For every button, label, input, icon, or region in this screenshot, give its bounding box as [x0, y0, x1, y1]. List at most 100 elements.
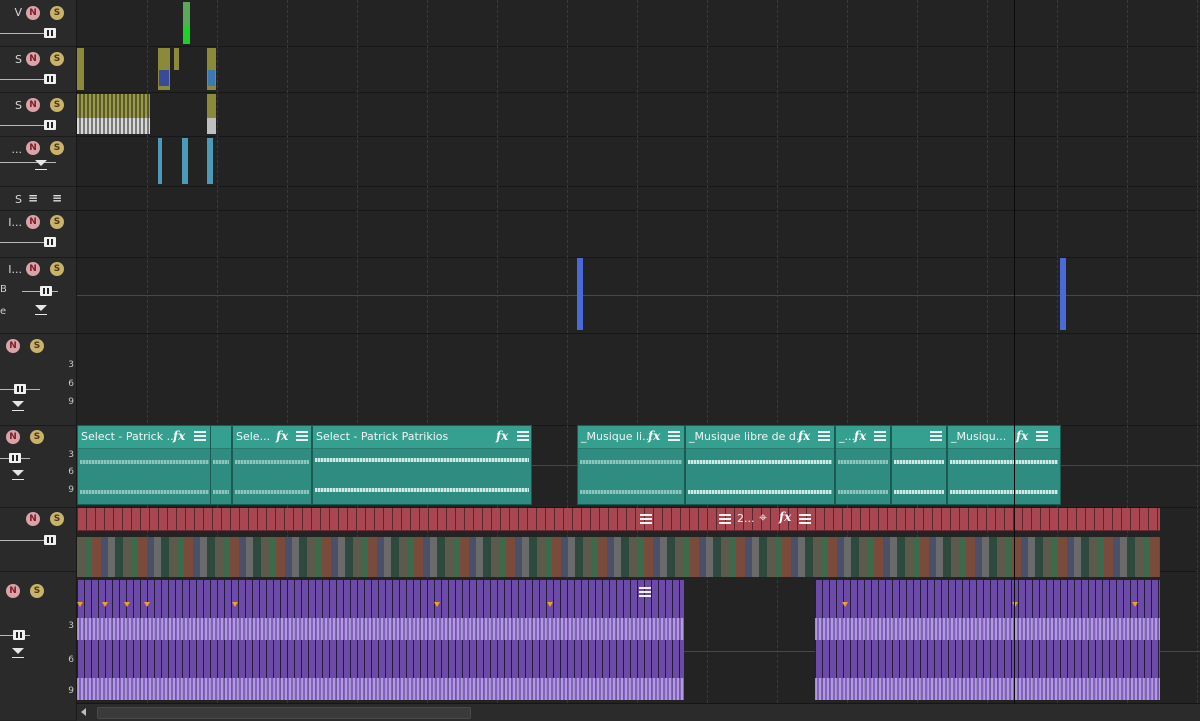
mute-button[interactable]: N	[6, 430, 20, 444]
track-header-3[interactable]: S N S	[0, 92, 76, 137]
fade-marker[interactable]	[232, 602, 238, 607]
fx-icon[interactable]: fx	[1016, 429, 1028, 443]
track-header-1[interactable]: V N S	[0, 0, 76, 47]
fade-marker[interactable]	[77, 602, 83, 607]
audio-clip[interactable]	[210, 425, 232, 505]
media-clip[interactable]	[207, 94, 216, 134]
clip-menu-icon[interactable]	[668, 431, 680, 441]
track-header-5[interactable]: S ≡ ≡	[0, 186, 76, 211]
mute-button[interactable]: N	[26, 512, 40, 526]
level-slider-knob[interactable]	[44, 120, 56, 130]
expand-track-icon[interactable]	[35, 305, 47, 315]
scrollbar-thumb[interactable]	[97, 707, 471, 719]
fx-icon[interactable]: fx	[173, 429, 185, 443]
clip-menu-icon[interactable]	[296, 431, 308, 441]
track-lane-3[interactable]	[77, 92, 1200, 137]
track-lane-6[interactable]	[77, 210, 1200, 258]
track-lane-1[interactable]	[77, 0, 1200, 47]
level-slider-knob[interactable]	[14, 384, 26, 394]
track-header-7[interactable]: I... B e N S	[0, 257, 76, 334]
audio-clip[interactable]: _... fx	[835, 425, 891, 505]
fade-marker[interactable]	[102, 602, 108, 607]
video-clip[interactable]	[183, 2, 190, 44]
audio-clip[interactable]: Select - Patrick Patrikios fx	[312, 425, 532, 505]
level-slider-knob[interactable]	[13, 630, 25, 640]
solo-button[interactable]: S	[30, 339, 44, 353]
level-slider-knob[interactable]	[44, 74, 56, 84]
envelope-clip[interactable]	[577, 258, 583, 330]
horizontal-scrollbar[interactable]	[77, 703, 1200, 721]
mute-button[interactable]: N	[6, 584, 20, 598]
mute-button[interactable]: N	[26, 215, 40, 229]
solo-button[interactable]: S	[50, 262, 64, 276]
solo-button[interactable]: S	[30, 430, 44, 444]
audio-clip-group[interactable]	[815, 580, 1160, 700]
fx-icon[interactable]: fx	[276, 429, 288, 443]
mute-button[interactable]: N	[26, 98, 40, 112]
solo-button[interactable]: S	[50, 141, 64, 155]
solo-button[interactable]: S	[50, 98, 64, 112]
audio-clip[interactable]: _Musiqu... fx	[947, 425, 1061, 505]
fade-marker[interactable]	[1012, 602, 1018, 607]
clip-menu-icon[interactable]	[799, 514, 811, 524]
media-clip[interactable]	[77, 48, 84, 90]
expand-track-icon[interactable]	[35, 160, 47, 170]
clip-menu-icon[interactable]	[1036, 431, 1048, 441]
audio-clip[interactable]: Select - Patrick ... fx	[77, 425, 212, 505]
video-clip-group[interactable]: 2... ⌖ fx	[77, 508, 1160, 577]
fade-marker[interactable]	[1132, 602, 1138, 607]
track-header-11[interactable]: N S 3 6 9	[0, 571, 76, 720]
clip-menu-icon[interactable]	[930, 431, 942, 441]
audio-clip[interactable]	[891, 425, 947, 505]
track-menu-icon[interactable]: ≡	[50, 191, 64, 205]
volume-envelope[interactable]	[77, 295, 1200, 296]
track-header-8[interactable]: N S 3 6 9	[0, 333, 76, 426]
timeline-area[interactable]: Select - Patrick ... fx Sele... fx Selec…	[77, 0, 1200, 703]
track-list-icon[interactable]: ≡	[26, 191, 40, 205]
fx-icon[interactable]: fx	[798, 429, 810, 443]
solo-button[interactable]: S	[50, 215, 64, 229]
media-clip[interactable]	[182, 138, 188, 184]
track-lane-5[interactable]	[77, 186, 1200, 211]
audio-clip-group[interactable]	[77, 580, 684, 700]
level-slider-knob[interactable]	[44, 28, 56, 38]
media-clip[interactable]	[174, 48, 179, 70]
expand-track-icon[interactable]	[12, 470, 24, 480]
track-lane-2[interactable]	[77, 46, 1200, 93]
audio-clip[interactable]: _Musique li... fx	[577, 425, 685, 505]
level-slider-knob[interactable]	[40, 286, 52, 296]
solo-button[interactable]: S	[50, 6, 64, 20]
crop-icon[interactable]: ⌖	[759, 510, 767, 526]
fade-marker[interactable]	[842, 602, 848, 607]
audio-clip[interactable]: Sele... fx	[232, 425, 312, 505]
media-clip[interactable]	[158, 138, 162, 184]
mute-button[interactable]: N	[26, 262, 40, 276]
solo-button[interactable]: S	[50, 52, 64, 66]
track-header-10[interactable]: N S	[0, 507, 76, 572]
fx-icon[interactable]: fx	[648, 429, 660, 443]
level-slider-knob[interactable]	[44, 237, 56, 247]
fade-marker[interactable]	[547, 602, 553, 607]
clip-menu-icon[interactable]	[639, 587, 651, 597]
mute-button[interactable]: N	[26, 52, 40, 66]
expand-track-icon[interactable]	[12, 648, 24, 658]
audio-clip[interactable]: _Musique libre de d... fx	[685, 425, 835, 505]
fade-marker[interactable]	[144, 602, 150, 607]
mute-button[interactable]: N	[6, 339, 20, 353]
track-header-9[interactable]: N S 3 6 9	[0, 425, 76, 508]
clip-menu-icon[interactable]	[818, 431, 830, 441]
solo-button[interactable]: S	[50, 512, 64, 526]
playback-cursor[interactable]	[1014, 0, 1015, 703]
track-lane-4[interactable]	[77, 136, 1200, 187]
track-header-6[interactable]: I... N S	[0, 210, 76, 258]
level-slider[interactable]	[0, 162, 56, 163]
fade-marker[interactable]	[434, 602, 440, 607]
clip-menu-icon[interactable]	[640, 514, 652, 524]
envelope-clip[interactable]	[1060, 258, 1066, 330]
level-slider-knob[interactable]	[9, 453, 21, 463]
track-header-2[interactable]: S N S	[0, 46, 76, 93]
fade-marker[interactable]	[124, 602, 130, 607]
track-lane-8[interactable]	[77, 333, 1200, 426]
media-clip[interactable]	[207, 138, 213, 184]
clip-menu-icon[interactable]	[874, 431, 886, 441]
